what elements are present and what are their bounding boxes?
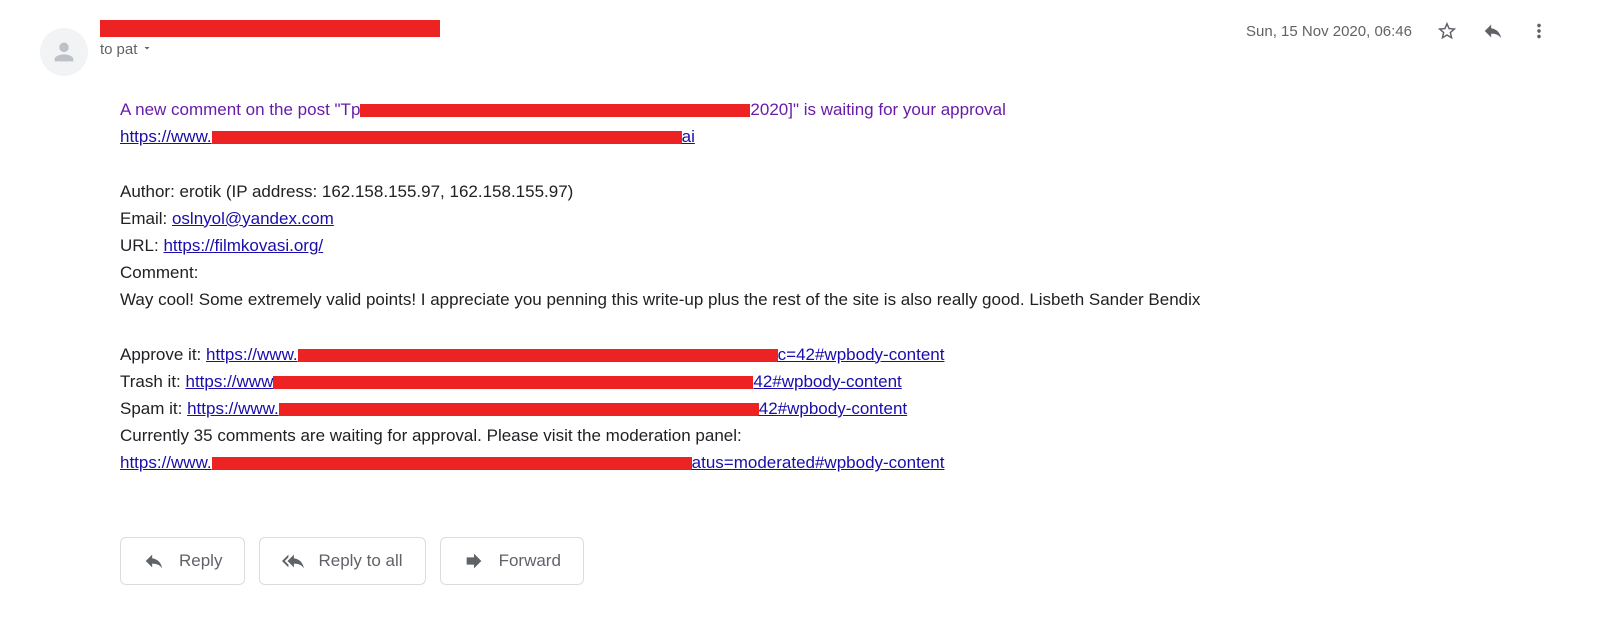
forward-button[interactable]: Forward	[440, 537, 584, 585]
sender-row	[100, 20, 1246, 37]
redacted-mod	[212, 457, 692, 470]
spam-suffix: 42#wpbody-content	[759, 399, 907, 418]
avatar[interactable]	[40, 28, 88, 76]
spam-label: Spam it:	[120, 399, 187, 418]
trash-label: Trash it:	[120, 372, 186, 391]
forward-icon	[463, 550, 485, 572]
moderation-link-line: https://www. atus=moderated#wpbody-conten…	[120, 449, 1520, 476]
trash-line: Trash it: https://www 42#wpbody-content	[120, 368, 1520, 395]
reply-button[interactable]: Reply	[120, 537, 245, 585]
post-link[interactable]: https://www. ai	[120, 127, 695, 146]
intro-fragment: 2020]" is waiting for your approval	[750, 100, 1006, 119]
forward-label: Forward	[499, 551, 561, 571]
redacted-title	[360, 104, 750, 117]
recipient-prefix: to	[100, 41, 113, 58]
link1-prefix: https://www.	[120, 127, 212, 146]
email-body: A new comment on the post "Tp 2020]" is w…	[120, 96, 1520, 477]
reply-icon	[1482, 20, 1504, 42]
email-label: Email:	[120, 209, 172, 228]
approve-line: Approve it: https://www. c=42#wpbody-cont…	[120, 341, 1520, 368]
intro-prefix: A new comment on the post "T	[120, 100, 351, 119]
approve-link[interactable]: https://www. c=42#wpbody-content	[206, 345, 944, 364]
reply-icon	[143, 550, 165, 572]
reply-all-button[interactable]: Reply to all	[259, 537, 425, 585]
mod-prefix: https://www.	[120, 453, 212, 472]
chevron-down-icon	[141, 41, 153, 58]
avatar-column	[20, 20, 100, 76]
trash-link[interactable]: https://www 42#wpbody-content	[186, 372, 902, 391]
redacted-trash	[273, 376, 753, 389]
reply-label: Reply	[179, 551, 222, 571]
redacted-spam	[279, 403, 759, 416]
moderation-link[interactable]: https://www. atus=moderated#wpbody-conten…	[120, 453, 944, 472]
mod-suffix: atus=moderated#wpbody-content	[692, 453, 945, 472]
redacted-sender	[100, 20, 440, 37]
trash-prefix: https://www	[186, 372, 274, 391]
reply-all-label: Reply to all	[318, 551, 402, 571]
person-icon	[50, 38, 78, 66]
star-icon	[1436, 20, 1458, 42]
approve-suffix: c=42#wpbody-content	[778, 345, 945, 364]
post-link-line: https://www. ai	[120, 123, 1520, 150]
email-line: Email: oslnyol@yandex.com	[120, 205, 1520, 232]
email-link[interactable]: oslnyol@yandex.com	[172, 209, 334, 228]
comment-label: Comment:	[120, 259, 1520, 286]
star-button[interactable]	[1436, 20, 1458, 42]
url-label: URL:	[120, 236, 163, 255]
reply-all-icon	[282, 550, 304, 572]
approve-prefix: https://www.	[206, 345, 298, 364]
redacted-url-1	[212, 131, 682, 144]
link1-suffix: ai	[682, 127, 695, 146]
spam-prefix: https://www.	[187, 399, 279, 418]
url-line: URL: https://filmkovasi.org/	[120, 232, 1520, 259]
recipient-name: pat	[117, 41, 138, 58]
author-line: Author: erotik (IP address: 162.158.155.…	[120, 178, 1520, 205]
url-link[interactable]: https://filmkovasi.org/	[163, 236, 323, 255]
timestamp: Sun, 15 Nov 2020, 06:46	[1246, 23, 1412, 40]
spam-line: Spam it: https://www. 42#wpbody-content	[120, 395, 1520, 422]
redacted-approve	[298, 349, 778, 362]
more-button[interactable]	[1528, 20, 1550, 42]
spam-link[interactable]: https://www. 42#wpbody-content	[187, 399, 907, 418]
intro-mid: p	[351, 100, 360, 119]
intro-line: A new comment on the post "Tp 2020]" is w…	[120, 96, 1520, 123]
action-bar: Reply Reply to all Forward	[120, 537, 1580, 585]
reply-icon-button[interactable]	[1482, 20, 1504, 42]
more-vert-icon	[1528, 20, 1550, 42]
comment-text: Way cool! Some extremely valid points! I…	[120, 286, 1520, 313]
recipient-row[interactable]: to pat	[100, 41, 1246, 58]
approve-label: Approve it:	[120, 345, 206, 364]
pending-line: Currently 35 comments are waiting for ap…	[120, 422, 1520, 449]
trash-suffix: 42#wpbody-content	[753, 372, 901, 391]
